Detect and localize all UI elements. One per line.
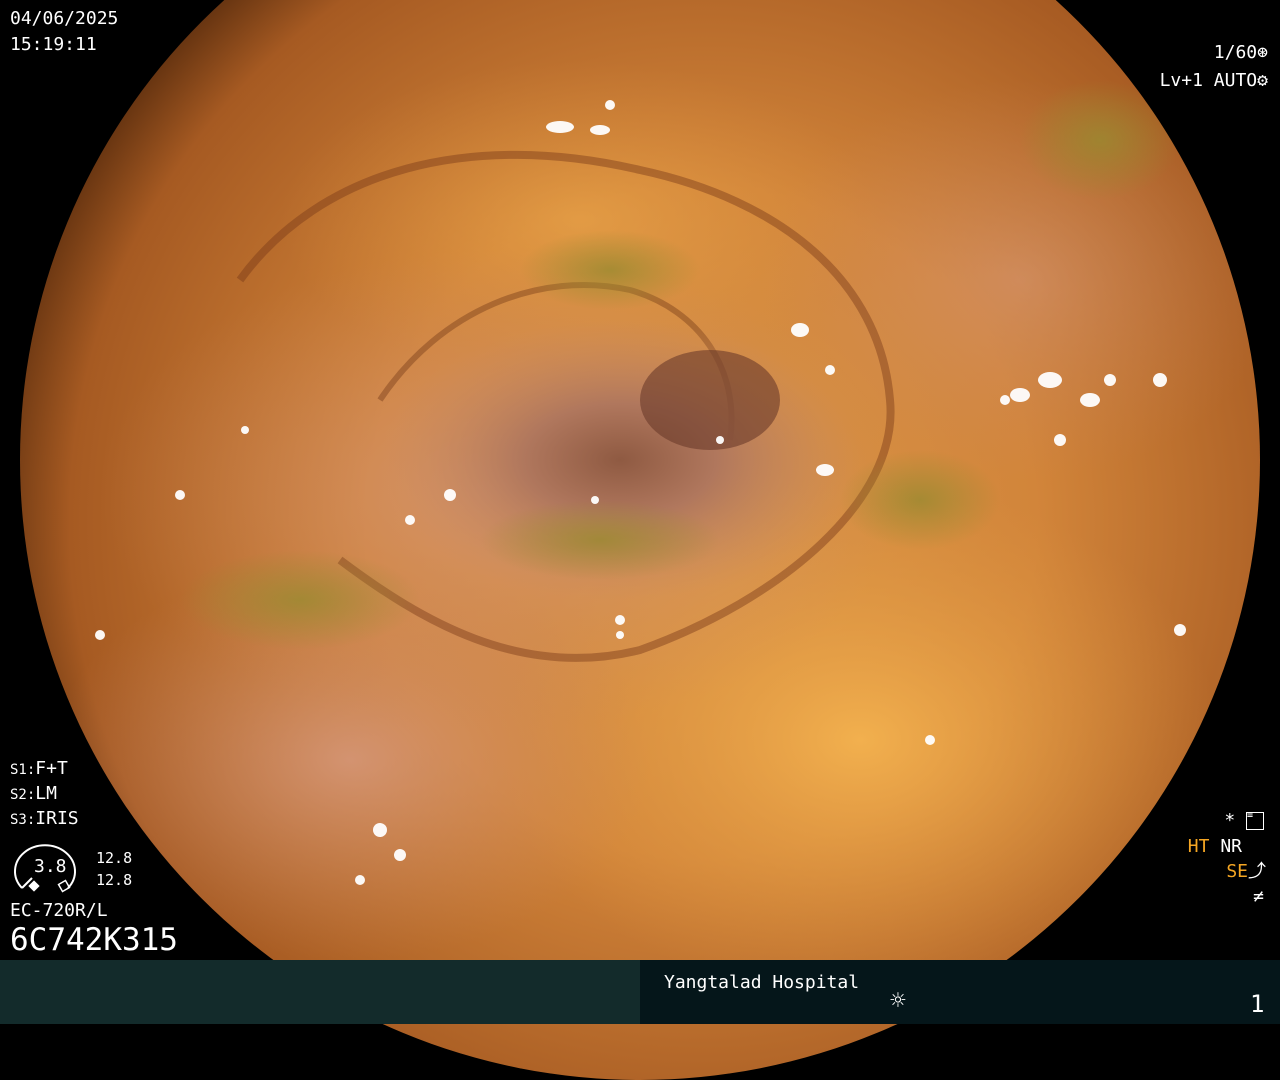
switch-s2-value: LM	[35, 783, 57, 804]
time-label: 15:19:11	[10, 34, 97, 55]
star-menu-row: * ≡	[1224, 810, 1264, 832]
scope-serial: 6C742K315	[10, 922, 178, 958]
se-label: SE	[1226, 861, 1248, 882]
nr-label: NR	[1220, 836, 1242, 857]
endoscope-image	[20, 0, 1260, 1080]
iris-readout: Lv+1 AUTO⚙	[1160, 70, 1268, 92]
shutter-readout: 1/60⊛	[1214, 42, 1268, 64]
aperture-icon: ⊛	[1257, 42, 1268, 63]
f-symbol: ≠	[1253, 886, 1264, 907]
hospital-name: Yangtalad Hospital	[664, 972, 860, 993]
ht-label: HT	[1187, 836, 1210, 857]
switch-s1: S1:F+T	[10, 758, 68, 781]
switch-s3-key: S3:	[10, 812, 36, 828]
se-row: SE⤴	[1226, 861, 1266, 883]
sun-icon: ☼	[890, 986, 906, 1016]
switch-s1-key: S1:	[10, 762, 36, 778]
switch-s1-value: F+T	[35, 758, 68, 779]
gauge-upper: 12.8	[96, 849, 133, 867]
star-label: *	[1224, 810, 1236, 831]
level-value: Lv+1	[1159, 70, 1203, 91]
switch-s2-key: S2:	[10, 787, 36, 803]
gauge-value: 3.8	[34, 856, 67, 877]
page-number: 1	[1250, 990, 1265, 1018]
switch-s3: S3:IRIS	[10, 808, 79, 831]
iris-icon: ⚙	[1257, 70, 1268, 91]
enhance-curve-icon: ⤴	[1248, 861, 1266, 882]
ht-nr-row: HT NR	[1188, 836, 1242, 858]
scope-model: EC-720R/L	[10, 900, 108, 921]
endoscope-view	[20, 0, 1260, 1080]
iris-mode-value: AUTO	[1213, 70, 1258, 91]
switch-s2: S2:LM	[10, 783, 57, 806]
settings-list-icon: ≡	[1246, 811, 1264, 830]
gauge-lower: 12.8	[96, 871, 133, 889]
date-label: 04/06/2025	[10, 8, 119, 29]
switch-s3-value: IRIS	[35, 808, 79, 829]
shutter-value: 1/60	[1213, 42, 1258, 63]
bottom-left-bar	[0, 960, 640, 1024]
